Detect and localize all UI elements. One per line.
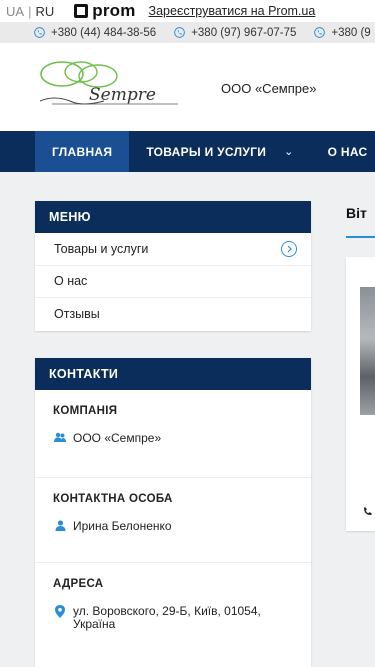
contact-person-label: КОНТАКТНА ОСОБА [53, 493, 173, 505]
company-name-text: ООО «Семпре» [73, 431, 162, 445]
phone-icon [314, 27, 326, 38]
product-photo[interactable] [360, 287, 375, 415]
nav-item-label: ТОВАРЫ И УСЛУГИ [146, 144, 267, 159]
menu-item-reviews[interactable]: Отзывы [35, 298, 311, 331]
user-icon [53, 520, 67, 531]
phone-icon [363, 507, 372, 519]
menu-card-title: МЕНЮ [35, 201, 311, 233]
showcase-underline [346, 236, 375, 238]
nav-item-products[interactable]: ТОВАРЫ И УСЛУГИ ⌄ [129, 131, 310, 172]
menu-item-about[interactable]: О нас [35, 266, 311, 298]
contact-company-value: ООО «Семпре» [53, 432, 293, 445]
phone-link[interactable]: +380 (9 [314, 26, 371, 39]
phone-icon [34, 27, 45, 38]
contacts-card-title: КОНТАКТИ [35, 358, 311, 390]
contact-company-section: КОМПАНІЯ ООО «Семпре» [35, 390, 311, 478]
company-title[interactable]: ООО «Семпре» [221, 81, 316, 96]
prom-logo[interactable]: prom [74, 1, 135, 21]
site-header: Sempre ООО «Семпре» [0, 43, 375, 131]
top-bar: UA | RU prom Зареєструватися на Prom.ua [0, 0, 375, 22]
phone-bar: +380 (44) 484-38-56 +380 (97) 967-07-75 … [0, 22, 375, 43]
menu-item-label: О нас [54, 274, 88, 289]
showcase-column: Віт [346, 201, 375, 601]
menu-item-products[interactable]: Товары и услуги [35, 233, 311, 266]
menu-item-label: Товары и услуги [54, 241, 149, 256]
map-pin-icon [53, 605, 67, 618]
contact-person-value: Ирина Белоненко [53, 520, 293, 533]
contact-address-section: АДРЕСА ул. Воровского, 29-Б, Київ, 01054… [35, 563, 311, 631]
address-line-2: Україна [73, 617, 116, 631]
register-link[interactable]: Зареєструватися на Prom.ua [149, 4, 316, 18]
menu-card: МЕНЮ Товары и услуги О нас Отзывы [35, 201, 311, 331]
showcase-product-card[interactable] [346, 257, 375, 531]
phone-number: +380 (44) 484-38-56 [51, 26, 157, 39]
nav-item-label: ГЛАВНАЯ [52, 144, 113, 159]
nav-item-home[interactable]: ГЛАВНАЯ [35, 131, 130, 172]
company-logo[interactable]: Sempre [34, 57, 198, 115]
phone-icon [174, 27, 186, 38]
prom-logo-text: prom [92, 1, 136, 20]
phone-link[interactable]: +380 (44) 484-38-56 [34, 27, 156, 39]
menu-item-label: Отзывы [54, 307, 100, 322]
contact-person-section: КОНТАКТНА ОСОБА Ирина Белоненко [35, 478, 311, 563]
users-icon [53, 432, 67, 443]
main-content: МЕНЮ Товары и услуги О нас Отзывы КОНТАК… [0, 172, 375, 667]
chevron-down-icon: ⌄ [284, 146, 294, 158]
lang-separator: | [28, 3, 32, 19]
contact-address-value: ул. Воровского, 29-Б, Київ, 01054, Украї… [53, 605, 293, 631]
sempre-logo-image: Sempre [39, 61, 178, 105]
phone-number: +380 (97) 967-07-75 [191, 26, 297, 39]
person-name-text: Ирина Белоненко [73, 519, 172, 533]
main-nav: ГЛАВНАЯ ТОВАРЫ И УСЛУГИ ⌄ О НАС [0, 131, 375, 172]
lang-ru-link[interactable]: RU [35, 4, 54, 19]
phone-number: +380 (9 [331, 26, 371, 39]
phone-link[interactable]: +380 (97) 967-07-75 [174, 27, 296, 39]
showcase-title: Віт [346, 205, 367, 221]
svg-text:Sempre: Sempre [89, 85, 156, 105]
chevron-right-icon[interactable] [281, 240, 297, 257]
prom-square-icon [74, 4, 89, 18]
lang-ua-link[interactable]: UA [6, 4, 24, 19]
nav-item-label: О НАС [327, 144, 368, 159]
contacts-card: КОНТАКТИ КОМПАНІЯ ООО «Семпре» КОНТАКТНА… [35, 358, 311, 667]
nav-item-about[interactable]: О НАС [311, 131, 375, 172]
contact-address-label: АДРЕСА [53, 578, 104, 590]
contact-company-label: КОМПАНІЯ [53, 405, 118, 417]
